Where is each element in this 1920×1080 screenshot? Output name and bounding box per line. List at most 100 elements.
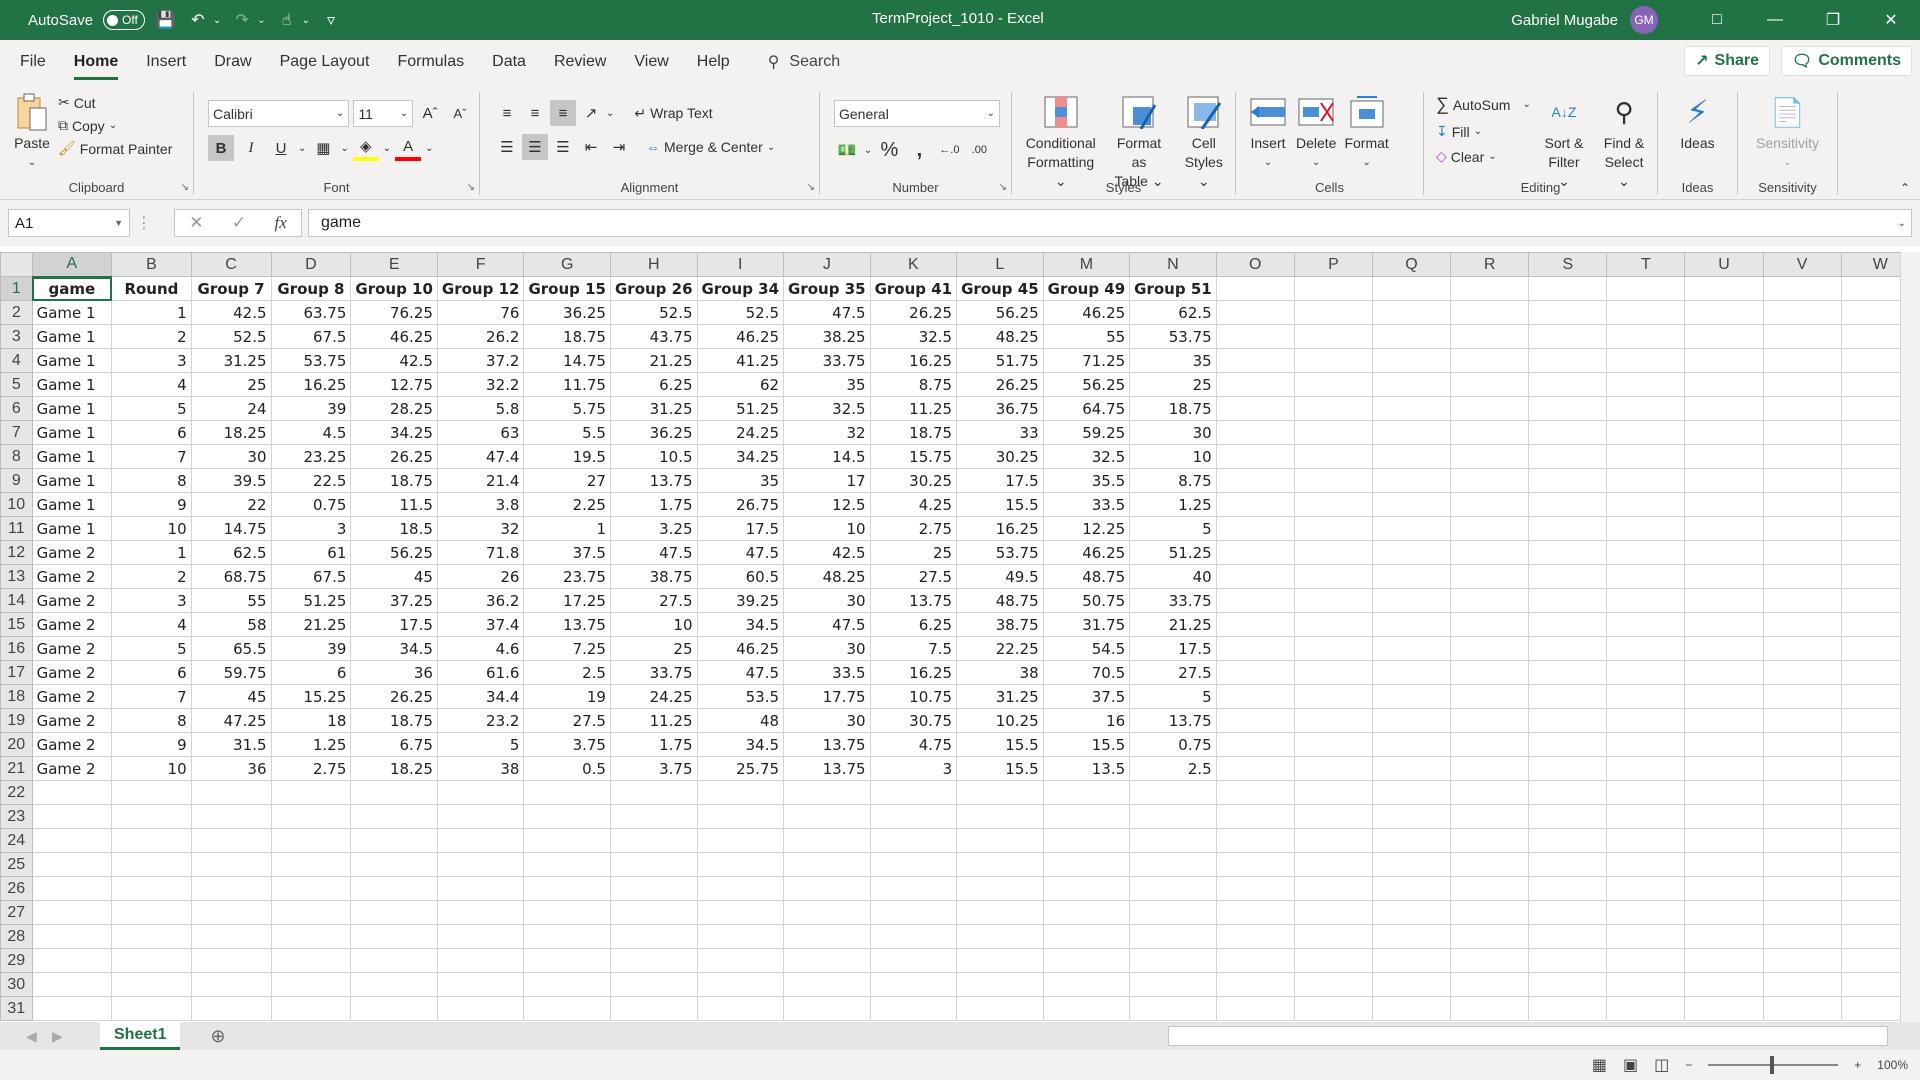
cell-m30[interactable]	[1042, 972, 1131, 997]
row-header-15[interactable]: 15	[0, 612, 33, 637]
cell-b20[interactable]: 9	[111, 732, 192, 757]
redo-icon[interactable]: ↷	[231, 9, 253, 31]
cell-f25[interactable]	[436, 852, 525, 877]
orientation-icon[interactable]: ↗	[578, 100, 604, 126]
row-header-5[interactable]: 5	[0, 372, 33, 397]
cell-h13[interactable]: 38.75	[609, 564, 698, 589]
cell-t29[interactable]	[1606, 948, 1686, 973]
cell-e31[interactable]	[350, 996, 438, 1021]
cell-q31[interactable]	[1371, 996, 1452, 1021]
cell-e12[interactable]: 56.25	[350, 540, 438, 565]
cell-c31[interactable]	[190, 996, 272, 1021]
cell-l17[interactable]: 38	[956, 660, 1044, 685]
cell-g15[interactable]: 13.75	[523, 612, 611, 637]
cell-a18[interactable]: Game 2	[31, 684, 113, 709]
cell-t10[interactable]	[1606, 492, 1686, 517]
tab-view[interactable]: View	[620, 40, 682, 84]
row-header-24[interactable]: 24	[0, 828, 33, 853]
cell-t18[interactable]	[1606, 684, 1686, 709]
tab-home[interactable]: Home	[60, 40, 132, 84]
cell-g24[interactable]	[523, 828, 611, 853]
cell-t27[interactable]	[1606, 900, 1686, 925]
cell-u23[interactable]	[1684, 804, 1764, 829]
cell-t4[interactable]	[1606, 348, 1686, 373]
cell-r17[interactable]	[1450, 660, 1530, 685]
cell-j15[interactable]: 47.5	[783, 612, 871, 637]
cell-h14[interactable]: 27.5	[609, 588, 698, 613]
cell-s16[interactable]	[1528, 636, 1608, 661]
cell-u9[interactable]	[1684, 468, 1764, 493]
cell-c21[interactable]: 36	[190, 756, 272, 781]
cell-s25[interactable]	[1528, 852, 1608, 877]
cell-p13[interactable]	[1293, 564, 1373, 589]
cell-e26[interactable]	[350, 876, 438, 901]
cell-n18[interactable]: 5	[1129, 684, 1217, 709]
cell-p27[interactable]	[1293, 900, 1373, 925]
cell-g22[interactable]	[523, 780, 611, 805]
cell-d16[interactable]: 39	[270, 636, 352, 661]
cell-e22[interactable]	[350, 780, 438, 805]
cell-q23[interactable]	[1371, 804, 1452, 829]
cell-c5[interactable]: 25	[190, 372, 272, 397]
cell-l4[interactable]: 51.75	[956, 348, 1044, 373]
cell-p29[interactable]	[1293, 948, 1373, 973]
column-header-o[interactable]: O	[1215, 252, 1295, 277]
cell-c10[interactable]: 22	[190, 492, 272, 517]
cell-v29[interactable]	[1762, 948, 1842, 973]
cell-l18[interactable]: 31.25	[956, 684, 1044, 709]
cell-c8[interactable]: 30	[190, 444, 272, 469]
cell-f15[interactable]: 37.4	[436, 612, 525, 637]
cell-u5[interactable]	[1684, 372, 1764, 397]
cell-o30[interactable]	[1215, 972, 1295, 997]
cell-e17[interactable]: 36	[350, 660, 438, 685]
cell-j24[interactable]	[783, 828, 871, 853]
cell-f6[interactable]: 5.8	[436, 396, 525, 421]
cell-n6[interactable]: 18.75	[1129, 396, 1217, 421]
cell-r19[interactable]	[1450, 708, 1530, 733]
cell-n21[interactable]: 2.5	[1129, 756, 1217, 781]
cell-j7[interactable]: 32	[783, 420, 871, 445]
cell-s2[interactable]	[1528, 300, 1608, 325]
cell-t8[interactable]	[1606, 444, 1686, 469]
font-launcher-icon[interactable]: ↘	[467, 182, 475, 193]
cell-u8[interactable]	[1684, 444, 1764, 469]
cell-r10[interactable]	[1450, 492, 1530, 517]
cell-h30[interactable]	[609, 972, 698, 997]
column-header-t[interactable]: T	[1606, 252, 1686, 277]
cell-o28[interactable]	[1215, 924, 1295, 949]
cell-a10[interactable]: Game 1	[31, 492, 113, 517]
cell-k31[interactable]	[869, 996, 958, 1021]
cell-p22[interactable]	[1293, 780, 1373, 805]
cell-r13[interactable]	[1450, 564, 1530, 589]
cell-f3[interactable]: 26.2	[436, 324, 525, 349]
cell-a5[interactable]: Game 1	[31, 372, 113, 397]
cell-g31[interactable]	[523, 996, 611, 1021]
cell-g30[interactable]	[523, 972, 611, 997]
cell-d28[interactable]	[270, 924, 352, 949]
cell-b17[interactable]: 6	[111, 660, 192, 685]
cell-d4[interactable]: 53.75	[270, 348, 352, 373]
cell-q9[interactable]	[1371, 468, 1452, 493]
cell-s27[interactable]	[1528, 900, 1608, 925]
cell-a11[interactable]: Game 1	[31, 516, 113, 541]
cell-c20[interactable]: 31.5	[190, 732, 272, 757]
cell-i9[interactable]: 35	[696, 468, 785, 493]
cell-u15[interactable]	[1684, 612, 1764, 637]
cell-o27[interactable]	[1215, 900, 1295, 925]
cell-p14[interactable]	[1293, 588, 1373, 613]
cell-i8[interactable]: 34.25	[696, 444, 785, 469]
prev-sheet-icon[interactable]: ◀	[26, 1028, 37, 1045]
underline-button[interactable]: U	[268, 135, 294, 161]
cell-b27[interactable]	[111, 900, 192, 925]
cell-b6[interactable]: 5	[111, 396, 192, 421]
cell-l12[interactable]: 53.75	[956, 540, 1044, 565]
cell-q15[interactable]	[1371, 612, 1452, 637]
italic-button[interactable]: I	[238, 135, 264, 161]
autosave-toggle[interactable]: Off	[103, 10, 145, 30]
tab-file[interactable]: File	[6, 40, 60, 84]
cell-c3[interactable]: 52.5	[190, 324, 272, 349]
cell-q11[interactable]	[1371, 516, 1452, 541]
cell-v9[interactable]	[1762, 468, 1842, 493]
cell-o15[interactable]	[1215, 612, 1295, 637]
cell-n7[interactable]: 30	[1129, 420, 1217, 445]
